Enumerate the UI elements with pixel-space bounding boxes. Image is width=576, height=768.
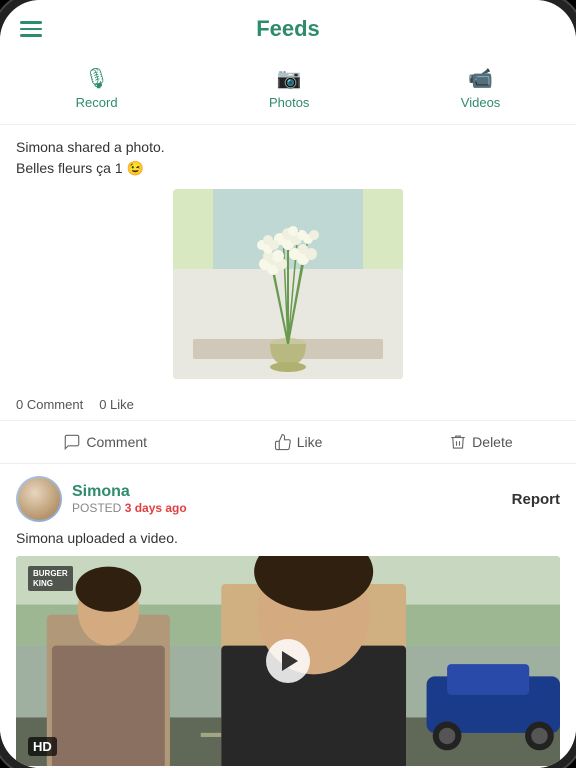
header: Feeds <box>0 0 576 58</box>
tab-videos[interactable]: 📹 Videos <box>441 62 521 114</box>
like-label: Like <box>297 434 323 450</box>
screen: Feeds 🎙 Record 📷 Photos 📹 Videos Simona … <box>0 0 576 768</box>
video-icon: 📹 <box>468 66 493 91</box>
post-card-2: Simona POSTED 3 days ago Report Simona u… <box>0 464 576 768</box>
post-1-text: Simona shared a photo. Belles fleurs ça … <box>16 137 560 179</box>
report-button[interactable]: Report <box>512 491 560 508</box>
hamburger-line-3 <box>20 34 42 37</box>
delete-icon <box>449 433 467 451</box>
post-1-actions: Comment Like Delete <box>0 420 576 464</box>
post-1-stats: 0 Comment 0 Like <box>16 389 560 420</box>
delete-button[interactable]: Delete <box>441 431 520 453</box>
post-2-author-name: Simona <box>72 483 187 501</box>
posted-label: POSTED <box>72 501 121 515</box>
comment-icon <box>63 433 81 451</box>
post-1-line2: Belles fleurs ça 1 😉 <box>16 160 144 176</box>
post-card-1: Simona shared a photo. Belles fleurs ça … <box>0 125 576 464</box>
page-title: Feeds <box>256 16 320 42</box>
hamburger-line-2 <box>20 28 42 31</box>
like-icon <box>274 433 292 451</box>
tab-photos[interactable]: 📷 Photos <box>249 62 329 114</box>
post-2-author-info: Simona POSTED 3 days ago <box>16 476 187 522</box>
camera-icon: 📷 <box>277 66 302 91</box>
comment-button[interactable]: Comment <box>55 431 155 453</box>
post-1-image <box>173 189 403 379</box>
tab-record-label: Record <box>76 95 118 110</box>
tab-bar: 🎙 Record 📷 Photos 📹 Videos <box>0 58 576 125</box>
play-button[interactable] <box>266 639 310 683</box>
tab-videos-label: Videos <box>461 95 501 110</box>
flower-svg <box>173 189 403 379</box>
delete-label: Delete <box>472 434 512 450</box>
tab-record[interactable]: 🎙 Record <box>56 62 138 114</box>
hamburger-line-1 <box>20 21 42 24</box>
hamburger-menu[interactable] <box>20 21 42 37</box>
bk-logo: BURGERKING <box>28 566 73 591</box>
avatar-image <box>18 478 60 520</box>
post-1-comment-count: 0 Comment <box>16 397 83 412</box>
post-1-image-container <box>16 189 560 379</box>
post-2-description: Simona uploaded a video. <box>16 530 560 546</box>
like-button[interactable]: Like <box>266 431 331 453</box>
phone-frame: Feeds 🎙 Record 📷 Photos 📹 Videos Simona … <box>0 0 576 768</box>
time-ago: 3 days ago <box>125 501 187 515</box>
play-icon <box>282 651 298 671</box>
post-1-line1: Simona shared a photo. <box>16 139 165 155</box>
video-container[interactable]: HD BURGERKING <box>16 556 560 766</box>
post-2-header: Simona POSTED 3 days ago Report <box>16 476 560 522</box>
tab-photos-label: Photos <box>269 95 309 110</box>
microphone-icon: 🎙 <box>84 66 109 91</box>
comment-label: Comment <box>86 434 147 450</box>
post-1-like-count: 0 Like <box>99 397 134 412</box>
post-2-date: POSTED 3 days ago <box>72 501 187 515</box>
hd-badge: HD <box>28 737 57 756</box>
post-2-avatar <box>16 476 62 522</box>
post-2-meta: Simona POSTED 3 days ago <box>72 483 187 515</box>
